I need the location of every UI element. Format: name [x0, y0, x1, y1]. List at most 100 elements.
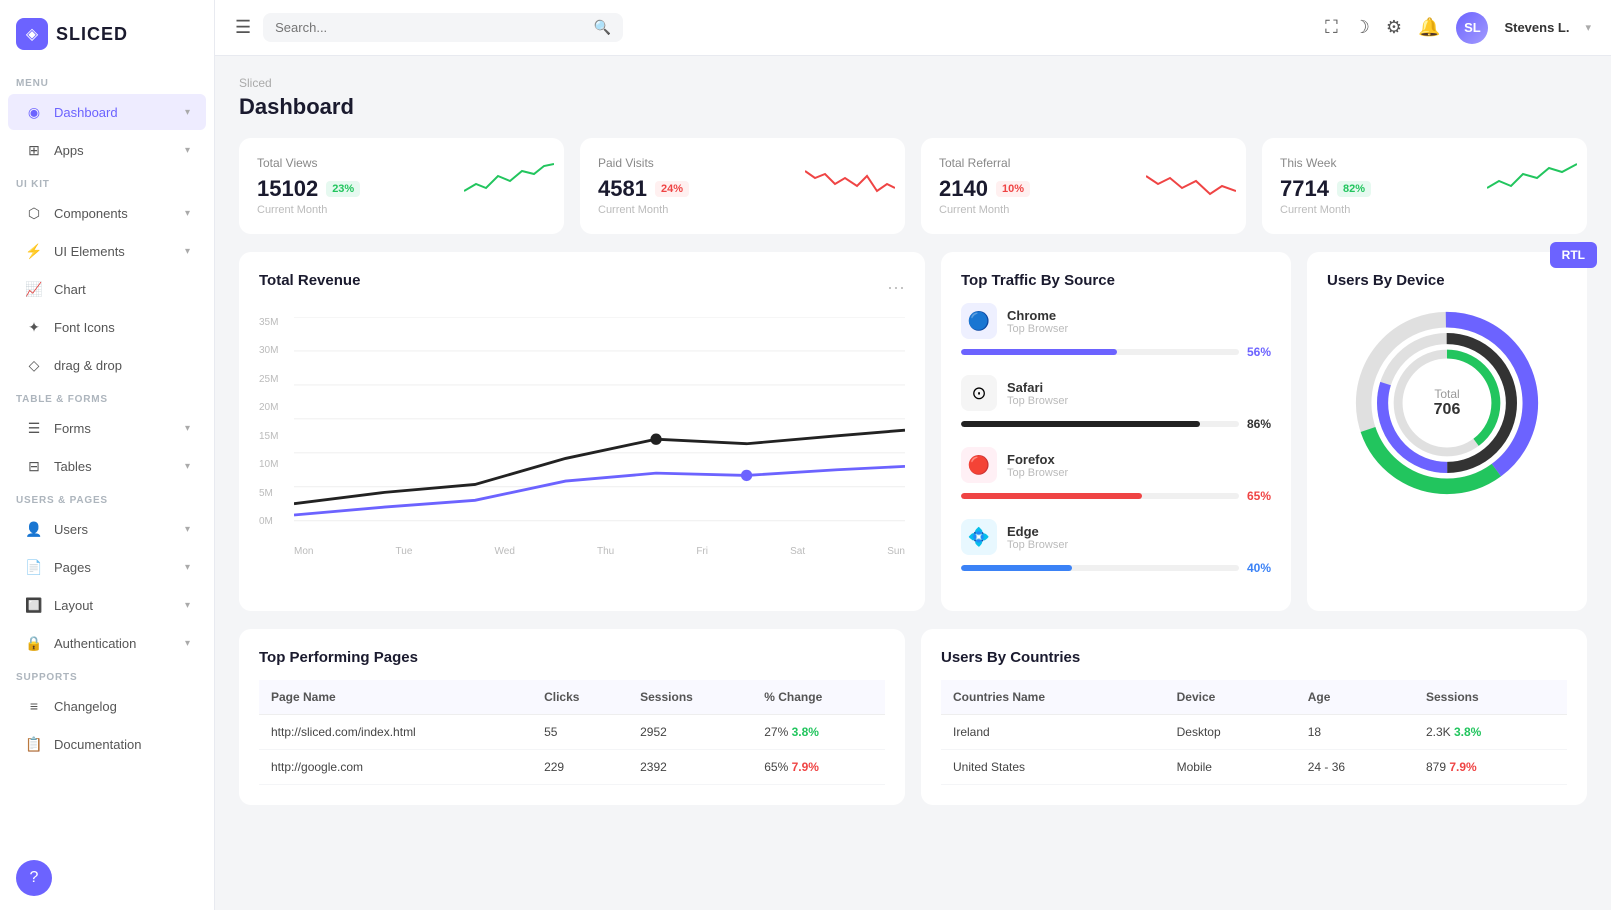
clicks-cell: 55 — [532, 715, 628, 750]
traffic-pct: 86% — [1247, 417, 1271, 431]
table-row: Ireland Desktop 18 2.3K 3.8% — [941, 715, 1567, 750]
help-button[interactable]: ? — [16, 860, 52, 896]
notification-button[interactable]: 🔔 — [1418, 17, 1440, 38]
chevron-icon: ▾ — [185, 107, 190, 118]
logo-text: SLICED — [56, 24, 128, 45]
topbar: ☰ 🔍 ⛶ ☽ ⚙ 🔔 SL Stevens L. ▾ — [215, 0, 1611, 56]
sidebar-item-users[interactable]: 👤 Users ▾ — [8, 511, 206, 547]
donut-chart: Total 706 — [1327, 303, 1567, 503]
sessions-cell: 2.3K 3.8% — [1414, 715, 1567, 750]
docs-icon: 📋 — [24, 734, 44, 754]
table-forms-section-label: Table & Forms — [0, 384, 214, 409]
revenue-menu-button[interactable]: ··· — [887, 277, 905, 298]
age-cell: 24 - 36 — [1296, 750, 1414, 785]
sidebar-item-layout[interactable]: 🔲 Layout ▾ — [8, 587, 206, 623]
countries-title: Users By Countries — [941, 649, 1567, 666]
col-change: % Change — [752, 680, 885, 715]
donut-card: Users By Device RTL — [1307, 252, 1587, 611]
user-chevron-icon[interactable]: ▾ — [1585, 21, 1591, 34]
rtl-badge: RTL — [1550, 242, 1597, 268]
sidebar-item-components[interactable]: ⬡ Components ▾ — [8, 195, 206, 231]
dashboard-icon: ◉ — [24, 102, 44, 122]
browser-name: Safari — [1007, 380, 1068, 395]
col-country: Countries Name — [941, 680, 1165, 715]
traffic-item-firefox: 🔴 Forefox Top Browser 65% — [961, 447, 1271, 503]
auth-icon: 🔒 — [24, 633, 44, 653]
stat-badge: 82% — [1337, 181, 1371, 197]
col-age: Age — [1296, 680, 1414, 715]
table-row: http://google.com 229 2392 65% 7.9% — [259, 750, 885, 785]
stat-card-total-views: Total Views 15102 23% Current Month — [239, 138, 564, 234]
sidebar-item-tables[interactable]: ⊟ Tables ▾ — [8, 448, 206, 484]
dark-mode-button[interactable]: ☽ — [1354, 17, 1370, 38]
sidebar-item-drag-drop[interactable]: ◇ drag & drop — [8, 347, 206, 383]
menu-toggle-button[interactable]: ☰ — [235, 17, 251, 38]
device-cell: Mobile — [1165, 750, 1296, 785]
age-cell: 18 — [1296, 715, 1414, 750]
sidebar-item-font-icons[interactable]: ✦ Font Icons — [8, 309, 206, 345]
browser-sub: Top Browser — [1007, 539, 1068, 551]
sidebar-item-dashboard[interactable]: ◉ Dashboard ▾ — [8, 94, 206, 130]
browser-name: Chrome — [1007, 308, 1068, 323]
sidebar-item-authentication[interactable]: 🔒 Authentication ▾ — [8, 625, 206, 661]
fullscreen-button[interactable]: ⛶ — [1325, 17, 1338, 38]
traffic-pct: 56% — [1247, 345, 1271, 359]
clicks-cell: 229 — [532, 750, 628, 785]
sessions-cell: 2952 — [628, 715, 752, 750]
browser-name: Forefox — [1007, 452, 1068, 467]
stat-card-paid-visits: Paid Visits 4581 24% Current Month — [580, 138, 905, 234]
search-input[interactable] — [275, 20, 586, 35]
sidebar-item-forms[interactable]: ☰ Forms ▾ — [8, 410, 206, 446]
changelog-icon: ≡ — [24, 696, 44, 716]
ui-elements-icon: ⚡ — [24, 241, 44, 261]
traffic-pct: 65% — [1247, 489, 1271, 503]
stat-value: 15102 — [257, 176, 318, 202]
sidebar-item-pages[interactable]: 📄 Pages ▾ — [8, 549, 206, 585]
sidebar-item-documentation[interactable]: 📋 Documentation — [8, 726, 206, 762]
stat-value: 7714 — [1280, 176, 1329, 202]
traffic-item-safari: ⊙ Safari Top Browser 86% — [961, 375, 1271, 431]
top-pages-table: Page Name Clicks Sessions % Change http:… — [259, 680, 885, 785]
col-sessions: Sessions — [1414, 680, 1567, 715]
top-pages-card: Top Performing Pages Page Name Clicks Se… — [239, 629, 905, 805]
drag-drop-icon: ◇ — [24, 355, 44, 375]
layout-icon: 🔲 — [24, 595, 44, 615]
sparkline-chart — [464, 156, 554, 206]
main-area: ☰ 🔍 ⛶ ☽ ⚙ 🔔 SL Stevens L. ▾ Sliced Dashb… — [215, 0, 1611, 910]
components-icon: ⬡ — [24, 203, 44, 223]
users-pages-section-label: Users & Pages — [0, 485, 214, 510]
device-cell: Desktop — [1165, 715, 1296, 750]
stat-cards-grid: Total Views 15102 23% Current Month Paid… — [239, 138, 1587, 234]
chevron-icon: ▾ — [185, 145, 190, 156]
sidebar: ◈ SLICED Menu ◉ Dashboard ▾ ⊞ Apps ▾ UI … — [0, 0, 215, 910]
logo[interactable]: ◈ SLICED — [0, 0, 214, 68]
stat-value: 4581 — [598, 176, 647, 202]
countries-table-wrapper: Countries Name Device Age Sessions Irela… — [941, 680, 1567, 785]
stat-badge: 24% — [655, 181, 689, 197]
sparkline-chart — [1487, 156, 1577, 206]
settings-button[interactable]: ⚙ — [1386, 17, 1402, 38]
tables-icon: ⊟ — [24, 456, 44, 476]
forms-icon: ☰ — [24, 418, 44, 438]
traffic-item-edge: 💠 Edge Top Browser 40% — [961, 519, 1271, 575]
topbar-actions: ⛶ ☽ ⚙ 🔔 SL Stevens L. ▾ — [1325, 12, 1591, 44]
traffic-item-chrome: 🔵 Chrome Top Browser 56% — [961, 303, 1271, 359]
country-cell: Ireland — [941, 715, 1165, 750]
chrome-icon: 🔵 — [961, 303, 997, 339]
stat-badge: 23% — [326, 181, 360, 197]
top-pages-title: Top Performing Pages — [259, 649, 885, 666]
stat-card-this-week: This Week 7714 82% Current Month — [1262, 138, 1587, 234]
sidebar-item-ui-elements[interactable]: ⚡ UI Elements ▾ — [8, 233, 206, 269]
change-cell: 65% 7.9% — [752, 750, 885, 785]
browser-sub: Top Browser — [1007, 467, 1068, 479]
col-device: Device — [1165, 680, 1296, 715]
username-label: Stevens L. — [1504, 20, 1569, 35]
search-icon: 🔍 — [594, 19, 611, 36]
revenue-chart-area: 0M 5M 10M 15M 20M 25M 30M 35M Mon Tue We… — [259, 317, 905, 557]
sidebar-item-chart[interactable]: 📈 Chart — [8, 271, 206, 307]
table-row: http://sliced.com/index.html 55 2952 27%… — [259, 715, 885, 750]
sidebar-item-changelog[interactable]: ≡ Changelog — [8, 688, 206, 724]
traffic-pct: 40% — [1247, 561, 1271, 575]
sidebar-item-apps[interactable]: ⊞ Apps ▾ — [8, 132, 206, 168]
browser-name: Edge — [1007, 524, 1068, 539]
